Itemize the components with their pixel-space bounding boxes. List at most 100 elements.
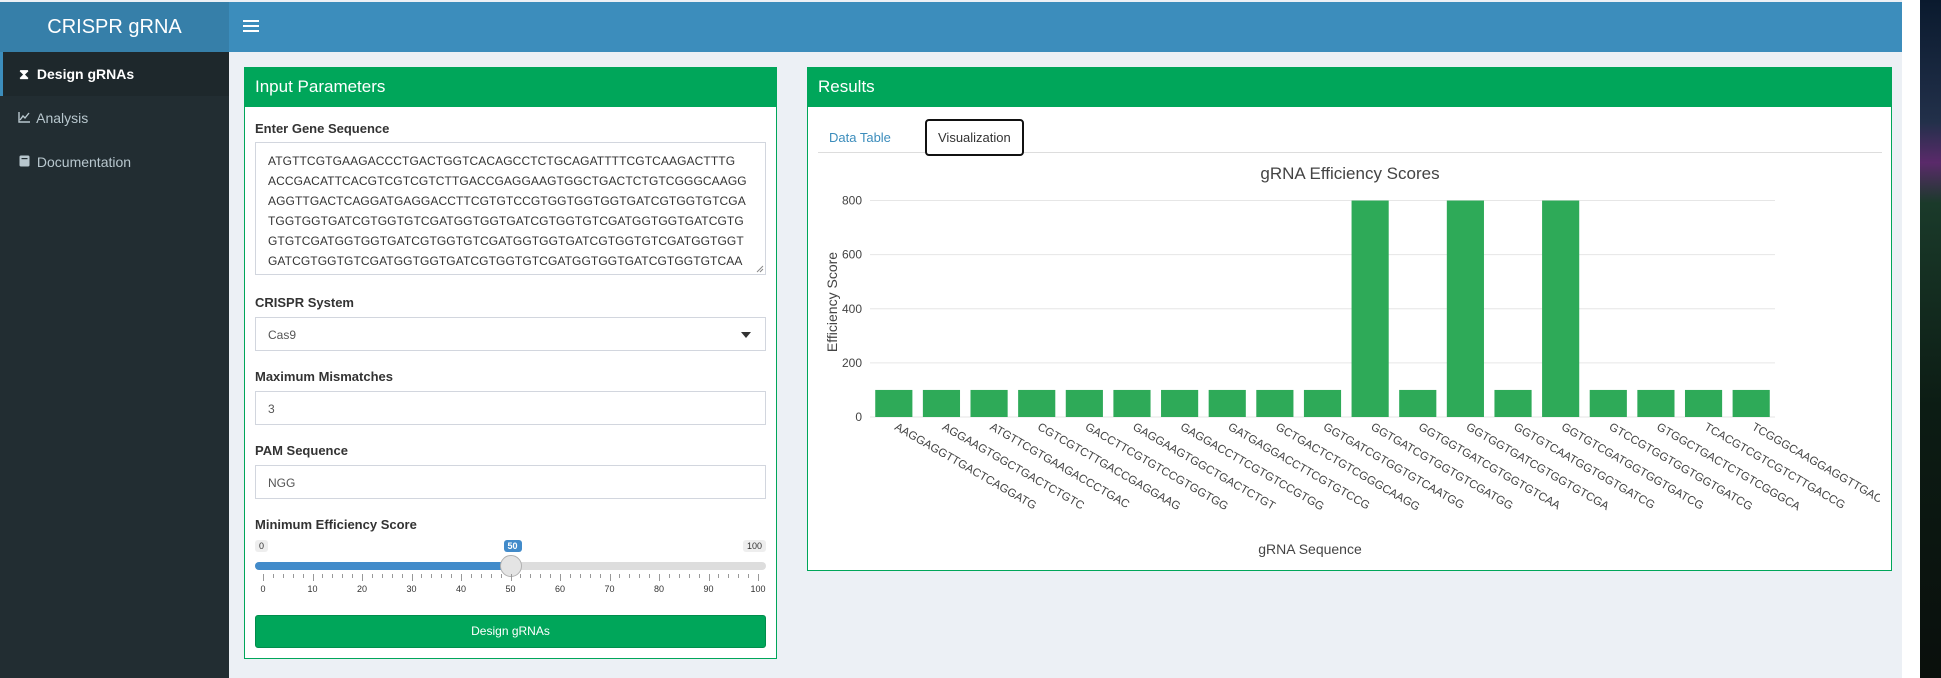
slider-tick <box>748 574 750 578</box>
sequence-line: GATCGTGGTGTCGATGGTGGTGATCGTGGTGTCGATGGTG… <box>268 254 743 268</box>
y-tick-label: 800 <box>842 194 862 208</box>
sequence-line: AGGTTGACTCAGGATGAGGACCTTCGTGTCCGTGGTGGTG… <box>268 194 746 208</box>
tab-visualization[interactable]: Visualization <box>925 119 1024 156</box>
slider-tick <box>381 574 383 578</box>
app-logo[interactable]: CRISPR gRNA <box>0 2 229 52</box>
slider-tick <box>758 574 759 581</box>
bar <box>1494 389 1532 417</box>
results-tabs: Data Table Visualization <box>818 119 1882 156</box>
sidebar-item-label: Design gRNAs <box>36 66 135 82</box>
sidebar-toggle-icon[interactable] <box>243 17 259 37</box>
slider-tick <box>282 574 284 578</box>
slider-tick-label: 0 <box>260 584 266 594</box>
max-mismatches-input[interactable]: 3 <box>255 391 766 425</box>
bar <box>1684 389 1723 417</box>
results-title: Results <box>808 67 1891 107</box>
sequence-line: GTGTCGATGGTGGTGATCGTGGTGTCGATGGTGGTGATCG… <box>268 234 744 248</box>
y-tick-label: 400 <box>842 302 862 316</box>
slider-ticks: 0 10 20 30 40 50 60 70 80 90 100 <box>255 574 766 594</box>
slider-max-label: 100 <box>742 540 766 552</box>
slider-tick <box>530 574 532 578</box>
bar <box>1256 389 1294 417</box>
bar <box>1113 389 1151 417</box>
slider-tick <box>352 574 354 578</box>
bar <box>1446 200 1484 417</box>
chevron-down-icon <box>741 332 751 338</box>
y-tick-label: 200 <box>842 356 862 370</box>
slider-tick <box>520 574 522 578</box>
slider-value-label: 50 <box>503 540 522 552</box>
slider-tick <box>263 574 264 581</box>
tab-data-table[interactable]: Data Table <box>818 121 902 154</box>
bar <box>1589 389 1627 417</box>
bar <box>1303 389 1342 417</box>
slider-tick <box>718 574 720 578</box>
bar <box>1065 389 1103 417</box>
book-icon <box>17 140 31 184</box>
input-parameters-box: Input Parameters Enter Gene Sequence ATG… <box>244 67 777 659</box>
slider-tick <box>401 574 403 578</box>
slider-tick-label: 10 <box>307 584 318 594</box>
slider-tick <box>540 574 542 578</box>
slider-tick <box>332 574 334 578</box>
bar <box>922 389 961 417</box>
main-header: CRISPR gRNA <box>0 2 1902 52</box>
min-efficiency-label: Minimum Efficiency Score <box>255 517 417 532</box>
pam-sequence-input[interactable]: NGG <box>255 465 766 499</box>
resize-grip-icon[interactable] <box>756 265 764 273</box>
x-axis-label: gRNA Sequence <box>1258 541 1362 557</box>
slider-tick <box>421 574 423 578</box>
slider-tick <box>362 574 363 581</box>
results-box: Results Data Table Visualization gRNA Ef… <box>807 67 1892 571</box>
gene-sequence-label: Enter Gene Sequence <box>255 121 390 136</box>
slider-tick <box>451 574 453 578</box>
input-parameters-title: Input Parameters <box>245 67 776 107</box>
bar <box>1351 200 1389 417</box>
desktop-background-strip <box>1920 0 1941 678</box>
slider-tick <box>490 574 492 578</box>
bar <box>1018 389 1056 417</box>
slider-tick <box>609 574 611 581</box>
page-edge-gap <box>1902 0 1920 678</box>
crispr-system-value: Cas9 <box>268 328 297 342</box>
slider-tick <box>659 574 660 581</box>
efficiency-bar-chart: gRNA Efficiency Scores0200400600800AAGGA… <box>824 164 1880 557</box>
sidebar-item-documentation[interactable]: Documentation <box>0 140 229 184</box>
sequence-line: ACCGACATTCACGTCGTCGTCTTGACCGAGGAAGTGGCTG… <box>268 174 747 188</box>
slider-tick <box>302 574 304 578</box>
slider-tick <box>649 574 651 578</box>
crispr-system-label: CRISPR System <box>255 295 354 310</box>
slider-tick <box>292 574 294 578</box>
slider-tick-label: 30 <box>406 584 417 594</box>
min-efficiency-slider[interactable]: 0 50 100 0 10 20 30 40 50 60 70 80 90 100 <box>255 540 766 602</box>
slider-tick <box>668 574 670 578</box>
slider-tick <box>411 574 413 581</box>
slider-tick <box>470 574 472 578</box>
slider-tick-label: 70 <box>604 584 615 594</box>
chart-title: gRNA Efficiency Scores <box>1260 164 1439 183</box>
bar <box>1637 389 1675 417</box>
sidebar: ⧗ Design gRNAs Analysis Documentation <box>0 52 229 678</box>
slider-tick <box>342 574 344 578</box>
sidebar-item-analysis[interactable]: Analysis <box>0 96 229 140</box>
bar <box>1542 200 1580 417</box>
sidebar-item-design-grnas[interactable]: ⧗ Design gRNAs <box>0 52 229 96</box>
slider-tick <box>510 574 512 581</box>
slider-tick-label: 60 <box>554 584 566 594</box>
sequence-line: TGGTGGTGATCGTGGTGTCGATGGTGGTGATCGTGGTGTC… <box>268 214 744 228</box>
gene-sequence-textarea[interactable]: ATGTTCGTGAAGACCCTGACTGGTCACAGCCTCTGCAGAT… <box>255 142 766 275</box>
slider-tick <box>579 574 581 578</box>
slider-tick <box>728 574 730 578</box>
slider-min-label: 0 <box>255 540 269 552</box>
slider-tick <box>322 574 324 578</box>
crispr-system-select[interactable]: Cas9 <box>255 317 766 351</box>
design-grnas-button[interactable]: Design gRNAs <box>255 615 766 648</box>
slider-tick <box>480 574 482 578</box>
y-axis-label: Efficiency Score <box>824 252 840 352</box>
bar <box>970 389 1008 417</box>
slider-tick <box>589 574 591 578</box>
slider-tick <box>738 574 740 578</box>
bar <box>875 389 913 417</box>
slider-tick <box>708 574 710 581</box>
slider-tick <box>569 574 571 578</box>
